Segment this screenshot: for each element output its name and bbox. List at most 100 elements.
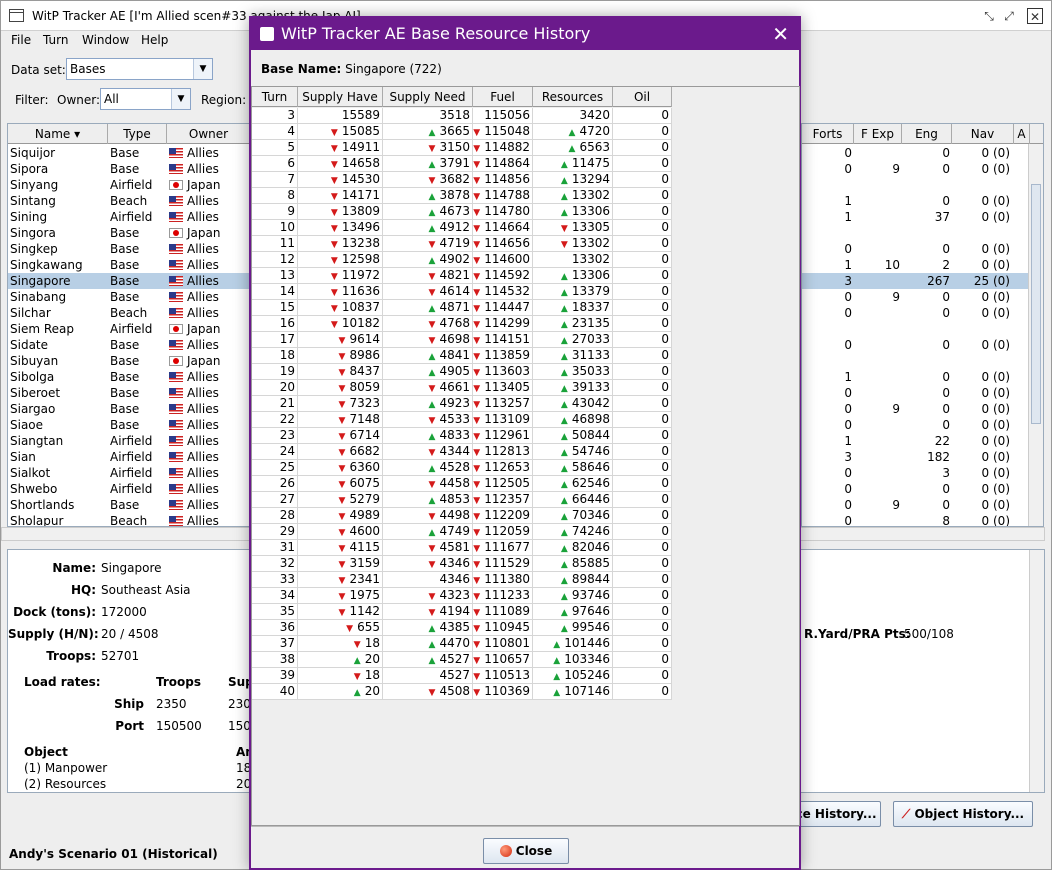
- table-row[interactable]: 1 10 2 0 (0): [802, 257, 1028, 273]
- table-row[interactable]: 25 ▼ 6360 ▲ 4528 ▼ 112653 ▲ 58646 0: [252, 460, 672, 476]
- table-row[interactable]: 1 0 0 (0): [802, 193, 1028, 209]
- table-row[interactable]: Sian Airfield Allies: [8, 449, 249, 465]
- table-row[interactable]: 1 22 0 (0): [802, 433, 1028, 449]
- table-row[interactable]: 13 ▼ 11972 ▼ 4821 ▼ 114592 ▲ 13306 0: [252, 268, 672, 284]
- table-row[interactable]: 0 0 0 (0): [802, 305, 1028, 321]
- table-row[interactable]: 0 9 0 0 (0): [802, 401, 1028, 417]
- table-row[interactable]: Siangtan Airfield Allies: [8, 433, 249, 449]
- table-row[interactable]: 35 ▼ 1142 ▼ 4194 ▼ 111089 ▲ 97646 0: [252, 604, 672, 620]
- col-supply-have-header[interactable]: Supply Have: [298, 87, 383, 107]
- table-row[interactable]: 28 ▼ 4989 ▼ 4498 ▼ 112209 ▲ 70346 0: [252, 508, 672, 524]
- table-row[interactable]: [802, 225, 1028, 241]
- table-row[interactable]: 40 ▲ 20 ▼ 4508 ▼ 110369 ▲ 107146 0: [252, 684, 672, 700]
- table-row[interactable]: 24 ▼ 6682 ▼ 4344 ▼ 112813 ▲ 54746 0: [252, 444, 672, 460]
- table-row[interactable]: 3 267 25 (0): [802, 273, 1028, 289]
- table-row[interactable]: 29 ▼ 4600 ▲ 4749 ▼ 112059 ▲ 74246 0: [252, 524, 672, 540]
- table-row[interactable]: Shortlands Base Allies: [8, 497, 249, 513]
- table-row[interactable]: Singapore Base Allies: [8, 273, 249, 289]
- table-row[interactable]: Siargao Base Allies: [8, 401, 249, 417]
- object-history-button[interactable]: ⟋ Object History...: [893, 801, 1033, 827]
- dialog-close-icon[interactable]: ✕: [772, 22, 789, 46]
- menu-help[interactable]: Help: [141, 33, 168, 47]
- table-row[interactable]: 8 ▼ 14171 ▲ 3878 ▼ 114788 ▲ 13302 0: [252, 188, 672, 204]
- col-nav-header[interactable]: Nav: [952, 124, 1014, 144]
- col-oil-header[interactable]: Oil: [613, 87, 672, 107]
- table-row[interactable]: 0 0 0 (0): [802, 417, 1028, 433]
- table-row[interactable]: Sipora Base Allies: [8, 161, 249, 177]
- table-row[interactable]: 23 ▼ 6714 ▲ 4833 ▼ 112961 ▲ 50844 0: [252, 428, 672, 444]
- table-row[interactable]: Sinyang Airfield Japan: [8, 177, 249, 193]
- table-row[interactable]: 0 9 0 0 (0): [802, 161, 1028, 177]
- scroll-thumb[interactable]: [1031, 184, 1041, 424]
- table-row[interactable]: Siem Reap Airfield Japan: [8, 321, 249, 337]
- table-row[interactable]: 0 0 0 (0): [802, 241, 1028, 257]
- table-row[interactable]: Sinabang Base Allies: [8, 289, 249, 305]
- table-row[interactable]: 0 8 0 (0): [802, 513, 1028, 526]
- table-row[interactable]: 11 ▼ 13238 ▼ 4719 ▼ 114656 ▼ 13302 0: [252, 236, 672, 252]
- col-fexp-header[interactable]: F Exp: [854, 124, 902, 144]
- table-row[interactable]: 0 0 0 (0): [802, 145, 1028, 161]
- table-row[interactable]: 12 ▼ 12598 ▲ 4902 ▼ 114600 13302 0: [252, 252, 672, 268]
- table-row[interactable]: 19 ▼ 8437 ▲ 4905 ▼ 113603 ▲ 35033 0: [252, 364, 672, 380]
- maximize-icon[interactable]: ⤢: [1001, 8, 1017, 24]
- table-row[interactable]: 4 ▼ 15085 ▲ 3665 ▼ 115048 ▲ 4720 0: [252, 124, 672, 140]
- table-row[interactable]: 15 ▼ 10837 ▲ 4871 ▼ 114447 ▲ 18337 0: [252, 300, 672, 316]
- table-row[interactable]: 17 ▼ 9614 ▼ 4698 ▼ 114151 ▲ 27033 0: [252, 332, 672, 348]
- table-row[interactable]: 1 37 0 (0): [802, 209, 1028, 225]
- table-row[interactable]: Siaoe Base Allies: [8, 417, 249, 433]
- table-row[interactable]: 3 182 0 (0): [802, 449, 1028, 465]
- table-row[interactable]: [802, 177, 1028, 193]
- table-row[interactable]: 0 0 0 (0): [802, 337, 1028, 353]
- table-row[interactable]: Sibuyan Base Japan: [8, 353, 249, 369]
- table-row[interactable]: Sholapur Beach Allies: [8, 513, 249, 526]
- table-row[interactable]: 37 ▼ 18 ▲ 4470 ▼ 110801 ▲ 101446 0: [252, 636, 672, 652]
- col-fuel-header[interactable]: Fuel: [473, 87, 533, 107]
- table-row[interactable]: 18 ▼ 8986 ▲ 4841 ▼ 113859 ▲ 31133 0: [252, 348, 672, 364]
- table-row[interactable]: 7 ▼ 14530 ▼ 3682 ▼ 114856 ▲ 13294 0: [252, 172, 672, 188]
- table-row[interactable]: 14 ▼ 11636 ▼ 4614 ▼ 114532 ▲ 13379 0: [252, 284, 672, 300]
- table-row[interactable]: 0 3 0 (0): [802, 465, 1028, 481]
- table-vertical-scrollbar[interactable]: [1028, 144, 1043, 526]
- table-row[interactable]: 16 ▼ 10182 ▼ 4768 ▼ 114299 ▲ 23135 0: [252, 316, 672, 332]
- table-row[interactable]: 33 ▼ 2341 4346 ▼ 111380 ▲ 89844 0: [252, 572, 672, 588]
- table-row[interactable]: Sibolga Base Allies: [8, 369, 249, 385]
- table-row[interactable]: 0 0 0 (0): [802, 385, 1028, 401]
- detail-scrollbar[interactable]: [1029, 550, 1044, 792]
- table-row[interactable]: 21 ▼ 7323 ▲ 4923 ▼ 113257 ▲ 43042 0: [252, 396, 672, 412]
- table-row[interactable]: 10 ▼ 13496 ▲ 4912 ▼ 114664 ▼ 13305 0: [252, 220, 672, 236]
- col-eng-header[interactable]: Eng: [902, 124, 952, 144]
- menu-file[interactable]: File: [11, 33, 31, 47]
- table-row[interactable]: Sintang Beach Allies: [8, 193, 249, 209]
- close-icon[interactable]: ✕: [1027, 8, 1043, 24]
- table-row[interactable]: Shwebo Airfield Allies: [8, 481, 249, 497]
- table-row[interactable]: 5 ▼ 14911 ▼ 3150 ▼ 114882 ▲ 6563 0: [252, 140, 672, 156]
- table-row[interactable]: 6 ▼ 14658 ▲ 3791 ▼ 114864 ▲ 11475 0: [252, 156, 672, 172]
- col-name-header[interactable]: Name ▾: [8, 124, 108, 144]
- table-row[interactable]: Siquijor Base Allies: [8, 145, 249, 161]
- table-row[interactable]: Silchar Beach Allies: [8, 305, 249, 321]
- resource-history-button[interactable]: ce History...: [791, 801, 881, 827]
- table-row[interactable]: 36 ▼ 655 ▲ 4385 ▼ 110945 ▲ 99546 0: [252, 620, 672, 636]
- close-button[interactable]: Close: [483, 838, 569, 864]
- table-row[interactable]: 32 ▼ 3159 ▼ 4346 ▼ 111529 ▲ 85885 0: [252, 556, 672, 572]
- table-row[interactable]: Siberoet Base Allies: [8, 385, 249, 401]
- dataset-select[interactable]: Bases ▼: [66, 58, 213, 80]
- col-type-header[interactable]: Type: [108, 124, 167, 144]
- col-owner-header[interactable]: Owner: [167, 124, 249, 144]
- col-resources-header[interactable]: Resources: [533, 87, 613, 107]
- table-row[interactable]: 39 ▼ 18 4527 ▼ 110513 ▲ 105246 0: [252, 668, 672, 684]
- table-row[interactable]: Singkawang Base Allies: [8, 257, 249, 273]
- table-row[interactable]: Sining Airfield Allies: [8, 209, 249, 225]
- table-row[interactable]: 27 ▼ 5279 ▲ 4853 ▼ 112357 ▲ 66446 0: [252, 492, 672, 508]
- table-row[interactable]: Sidate Base Allies: [8, 337, 249, 353]
- table-row[interactable]: 22 ▼ 7148 ▼ 4533 ▼ 113109 ▲ 46898 0: [252, 412, 672, 428]
- table-row[interactable]: 9 ▼ 13809 ▲ 4673 ▼ 114780 ▲ 13306 0: [252, 204, 672, 220]
- col-turn-header[interactable]: Turn: [252, 87, 298, 107]
- col-a-header[interactable]: A: [1014, 124, 1030, 144]
- table-row[interactable]: 3 15589 3518 115056 3420 0: [252, 108, 672, 124]
- table-row[interactable]: 1 0 0 (0): [802, 369, 1028, 385]
- table-row[interactable]: 31 ▼ 4115 ▼ 4581 ▼ 111677 ▲ 82046 0: [252, 540, 672, 556]
- table-row[interactable]: [802, 353, 1028, 369]
- table-row[interactable]: 26 ▼ 6075 ▼ 4458 ▼ 112505 ▲ 62546 0: [252, 476, 672, 492]
- menu-window[interactable]: Window: [82, 33, 129, 47]
